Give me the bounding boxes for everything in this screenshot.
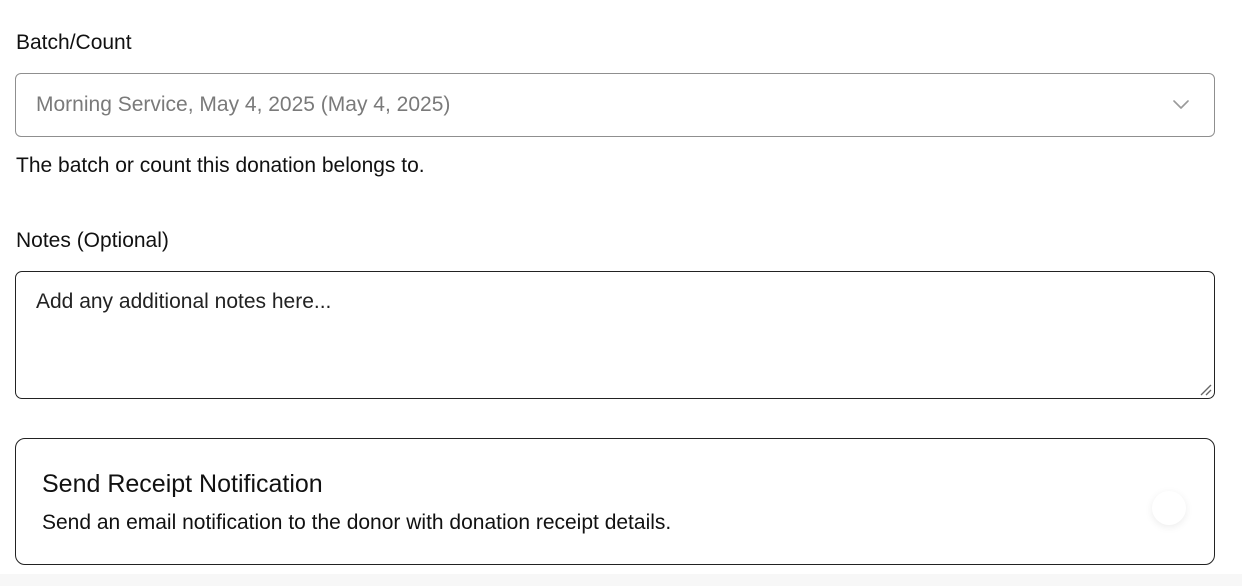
batch-count-help-text: The batch or count this donation belongs… bbox=[16, 154, 425, 177]
receipt-notification-description: Send an email notification to the donor … bbox=[42, 511, 672, 534]
notes-placeholder: Add any additional notes here... bbox=[36, 290, 332, 313]
notes-textarea[interactable]: Add any additional notes here... bbox=[15, 271, 1215, 399]
donation-form-section: Batch/Count Morning Service, May 4, 2025… bbox=[0, 0, 1242, 586]
receipt-notification-card: Send Receipt Notification Send an email … bbox=[15, 438, 1215, 565]
batch-count-select[interactable]: Morning Service, May 4, 2025 (May 4, 202… bbox=[15, 73, 1215, 137]
chevron-down-icon bbox=[1172, 96, 1190, 114]
receipt-notification-title: Send Receipt Notification bbox=[42, 470, 323, 498]
batch-count-label: Batch/Count bbox=[16, 31, 132, 54]
page-bottom-strip bbox=[0, 574, 1242, 586]
batch-count-selected-value: Morning Service, May 4, 2025 (May 4, 202… bbox=[36, 93, 451, 116]
notes-label: Notes (Optional) bbox=[16, 229, 169, 252]
resize-handle-icon[interactable] bbox=[1198, 382, 1212, 396]
receipt-notification-toggle[interactable] bbox=[1152, 491, 1186, 525]
